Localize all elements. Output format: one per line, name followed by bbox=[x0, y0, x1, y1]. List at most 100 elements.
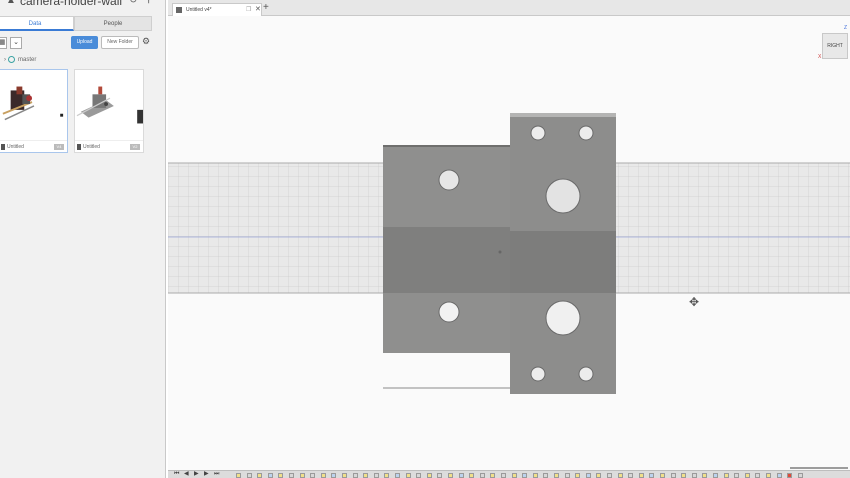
timeline-feature-marker[interactable] bbox=[299, 473, 305, 478]
timeline-feature-marker[interactable] bbox=[744, 473, 750, 478]
timeline-feature-marker[interactable] bbox=[734, 473, 740, 478]
timeline-feature-marker[interactable] bbox=[522, 473, 528, 478]
gear-icon[interactable]: ⚙ bbox=[142, 36, 150, 47]
timeline-feature-marker[interactable] bbox=[278, 473, 284, 478]
mounting-hole bbox=[438, 169, 460, 191]
timeline-feature-marker[interactable] bbox=[257, 473, 263, 478]
file-name: Untitled bbox=[7, 144, 24, 150]
duplicate-icon[interactable]: ❐ bbox=[246, 4, 251, 16]
search-icon[interactable]: ⚲ bbox=[145, 0, 152, 5]
timeline-feature-marker[interactable] bbox=[670, 473, 676, 478]
upload-button[interactable]: Upload bbox=[71, 36, 98, 49]
timeline-feature-marker[interactable] bbox=[363, 473, 369, 478]
timeline-feature-marker[interactable] bbox=[289, 473, 294, 478]
timeline-feature-marker[interactable] bbox=[373, 473, 379, 478]
timeline-feature-marker[interactable] bbox=[320, 473, 326, 478]
timeline-feature-marker[interactable] bbox=[405, 473, 411, 478]
timeline-feature-marker[interactable] bbox=[638, 473, 644, 478]
timeline-bar[interactable]: ⏮ ◀ ▶ ▶ ⏭ bbox=[168, 467, 850, 478]
timeline-feature-marker[interactable] bbox=[649, 473, 655, 478]
timeline-feature-marker[interactable] bbox=[776, 473, 782, 478]
timeline-feature-marker[interactable] bbox=[479, 473, 485, 478]
timeline-feature-marker[interactable] bbox=[713, 473, 718, 478]
timeline-feature-marker[interactable] bbox=[691, 473, 697, 478]
tab-people[interactable]: People bbox=[74, 16, 152, 31]
viewcube[interactable]: RIGHT bbox=[822, 33, 848, 59]
timeline-feature-marker[interactable] bbox=[511, 473, 517, 478]
file-card-footer: Untitled V2 bbox=[75, 140, 143, 152]
timeline-feature-marker[interactable] bbox=[437, 473, 443, 478]
new-folder-button[interactable]: New Folder bbox=[101, 36, 139, 49]
timeline-feature-marker[interactable] bbox=[384, 473, 390, 478]
left-bracket-plate[interactable] bbox=[383, 145, 511, 353]
timeline-feature-marker[interactable] bbox=[310, 473, 316, 478]
timeline-feature-marker[interactable] bbox=[797, 473, 803, 478]
timeline-feature-marker[interactable] bbox=[501, 473, 506, 478]
file-thumbnail bbox=[76, 86, 143, 124]
version-badge: V4 bbox=[54, 144, 64, 150]
timeline-feature-marker[interactable] bbox=[352, 473, 358, 478]
timeline-feature-marker[interactable] bbox=[448, 473, 453, 478]
timeline-feature-marker[interactable] bbox=[246, 473, 252, 478]
chevron-down-icon[interactable]: ⌄ bbox=[10, 37, 22, 49]
timeline-feature-marker[interactable] bbox=[267, 473, 273, 478]
branch-icon bbox=[8, 56, 15, 63]
screw-hole bbox=[530, 366, 546, 382]
timeline-feature-marker[interactable] bbox=[723, 473, 729, 478]
timeline-feature-marker[interactable] bbox=[660, 473, 665, 478]
timeline-feature-marker[interactable] bbox=[342, 473, 347, 478]
timeline-feature-marker[interactable] bbox=[628, 473, 634, 478]
skip-start-icon[interactable]: ⏮ bbox=[174, 471, 179, 478]
timeline-feature-marker[interactable] bbox=[236, 473, 241, 478]
timeline-feature-marker[interactable] bbox=[416, 473, 422, 478]
grid-view-icon[interactable]: ▦ bbox=[0, 37, 7, 49]
timeline-feature-marker[interactable] bbox=[490, 473, 496, 478]
timeline-feature-marker[interactable] bbox=[607, 473, 612, 478]
right-bracket-plate[interactable] bbox=[510, 113, 616, 394]
new-tab-button[interactable]: + bbox=[263, 2, 269, 13]
timeline-feature-marker[interactable] bbox=[395, 473, 400, 478]
document-icon bbox=[176, 7, 182, 13]
timeline-feature-marker[interactable] bbox=[766, 473, 771, 478]
mount-assembly-thumbnail bbox=[76, 86, 114, 118]
timeline-feature-marker[interactable] bbox=[458, 473, 464, 478]
play-icon[interactable]: ▶ bbox=[194, 471, 199, 478]
document-icon bbox=[77, 144, 81, 150]
timeline-feature-marker[interactable] bbox=[554, 473, 559, 478]
project-header: ▲ camera-holder-wall ↻ ⚲ bbox=[0, 0, 166, 10]
timeline-feature-marker[interactable] bbox=[331, 473, 337, 478]
timeline-feature-marker[interactable] bbox=[755, 473, 761, 478]
branch-selector[interactable]: › master bbox=[4, 56, 36, 66]
file-card[interactable]: Untitled V4 bbox=[0, 69, 68, 153]
fusion-app-window: ▲ camera-holder-wall ↻ ⚲ Data People ▦ ⌄… bbox=[0, 0, 850, 478]
file-card[interactable]: Untitled V2 bbox=[74, 69, 144, 153]
axis-x-label: X bbox=[818, 54, 822, 60]
timeline-feature-marker[interactable] bbox=[702, 473, 708, 478]
timeline-feature-marker[interactable] bbox=[469, 473, 475, 478]
step-back-icon[interactable]: ◀ bbox=[184, 471, 189, 478]
timeline-scrollbar[interactable] bbox=[790, 467, 848, 469]
timeline-feature-marker[interactable] bbox=[596, 473, 602, 478]
timeline-feature-marker[interactable] bbox=[564, 473, 570, 478]
chevron-right-icon: › bbox=[4, 57, 6, 64]
camera-rig-thumbnail bbox=[2, 86, 35, 121]
skip-end-icon[interactable]: ⏭ bbox=[214, 471, 219, 478]
close-icon[interactable]: ✕ bbox=[255, 4, 261, 16]
timeline-feature-marker[interactable] bbox=[532, 473, 538, 478]
3d-viewport[interactable]: RIGHT Z X ✥ bbox=[168, 16, 850, 478]
timeline-feature-marker[interactable] bbox=[585, 473, 591, 478]
screw-hole bbox=[578, 125, 594, 141]
panel-toolbar: ▦ ⌄ Upload New Folder ⚙ bbox=[0, 35, 166, 51]
timeline-feature-marker[interactable] bbox=[681, 473, 687, 478]
tab-data[interactable]: Data bbox=[0, 16, 74, 31]
timeline-feature-marker[interactable] bbox=[543, 473, 549, 478]
timeline-feature-marker[interactable] bbox=[617, 473, 623, 478]
collapse-caret-icon[interactable]: ▲ bbox=[6, 0, 16, 6]
step-forward-icon[interactable]: ▶ bbox=[204, 471, 209, 478]
timeline-feature-marker[interactable] bbox=[787, 473, 793, 478]
timeline-feature-marker[interactable] bbox=[575, 473, 581, 478]
timeline-feature-marker[interactable] bbox=[426, 473, 432, 478]
file-card-footer: Untitled V4 bbox=[0, 140, 67, 152]
refresh-icon[interactable]: ↻ bbox=[129, 0, 137, 6]
document-tab[interactable]: Untitled v4* ❐ ✕ bbox=[172, 3, 262, 16]
